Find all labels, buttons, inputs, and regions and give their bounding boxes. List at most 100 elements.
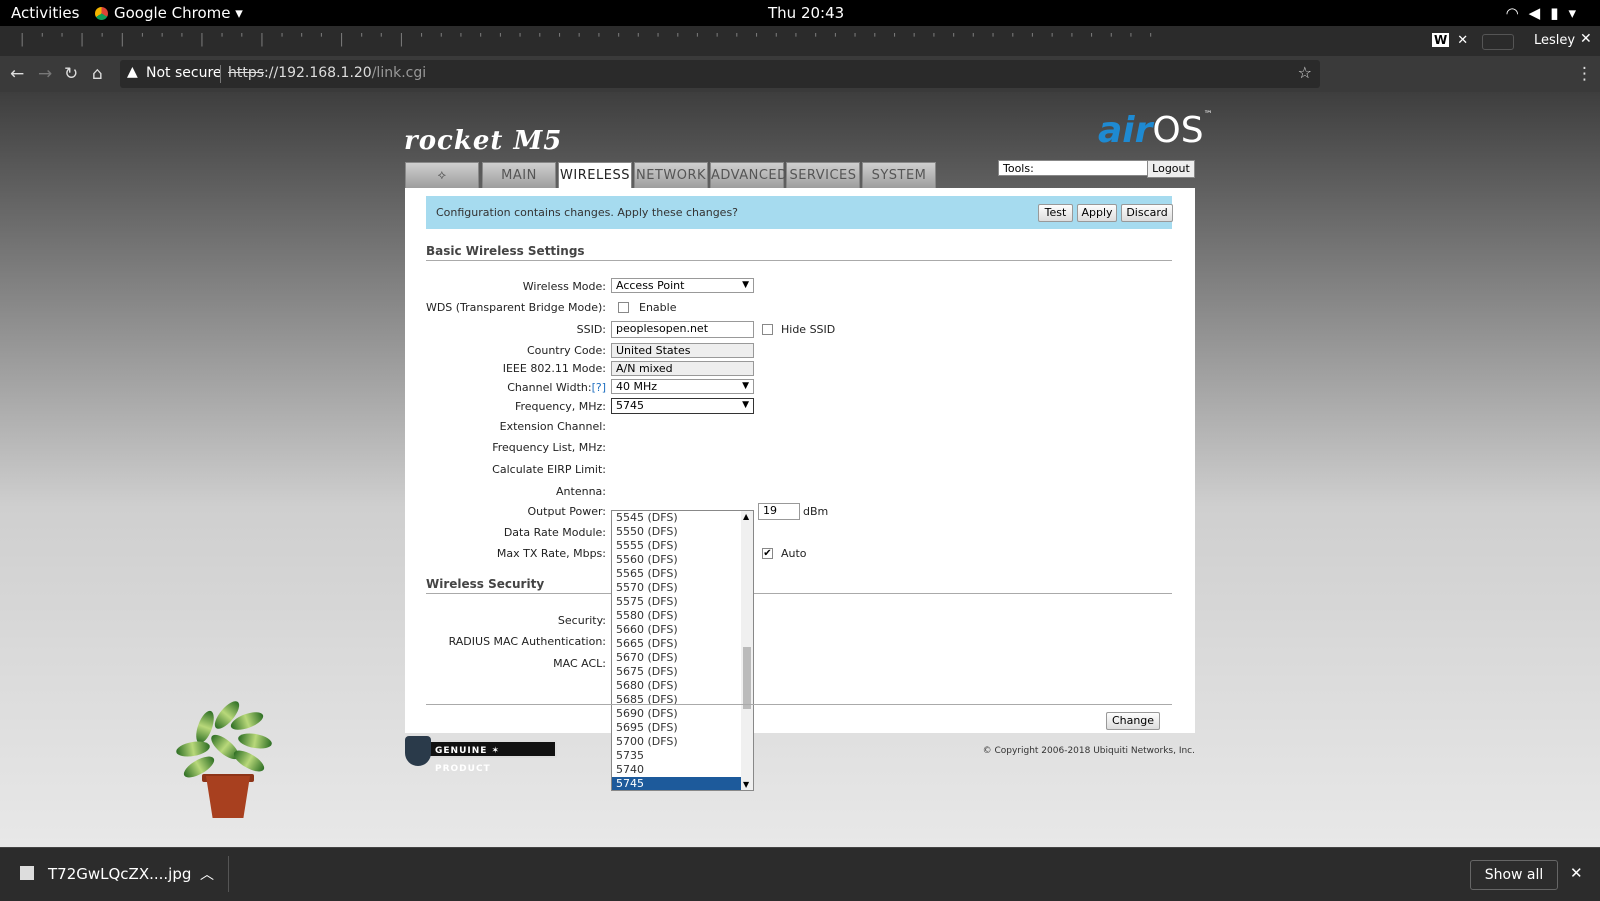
download-item[interactable]: T72GwLQcZX....jpg [48,865,191,883]
country-code-label: Country Code: [526,344,606,357]
home-icon[interactable]: ⌂ [92,64,103,84]
app-menu[interactable]: Google Chrome ▾ [95,4,243,22]
radius-mac-label: RADIUS MAC Authentication: [448,635,606,648]
warning-icon: ▲ [127,64,138,80]
show-all-button[interactable]: Show all [1470,860,1558,890]
tab-system[interactable]: SYSTEM [862,162,936,188]
genuine-text: GENUINE [435,746,488,756]
frequency-option[interactable]: 5735 [612,749,753,763]
wds-enable-label: Enable [639,301,677,314]
tools-select[interactable]: Tools:▼ [998,160,1170,176]
wds-enable-checkbox[interactable] [618,302,629,313]
output-power-label: Output Power: [527,505,606,518]
menu-kebab-icon[interactable]: ⋮ [1576,64,1593,84]
back-icon[interactable]: ← [10,64,24,84]
tab-advanced[interactable]: ADVANCED [710,162,787,188]
browser-tab-strip: | ' ' | ' | ' ' ' | ' ' | ' ' ' | ' ' | … [0,26,1600,56]
profile-name[interactable]: Lesley [1534,33,1575,48]
frequency-option-selected[interactable]: 5745 [612,777,741,790]
wireless-mode-select[interactable]: Access Point ▼ [611,278,754,293]
tab-services[interactable]: SERVICES [786,162,860,188]
close-icon[interactable]: ✕ [1570,864,1583,882]
output-power-unit: dBm [803,505,829,518]
output-power-input[interactable]: 19 [758,503,800,520]
frequency-option[interactable]: 5740 [612,763,753,777]
scrollbar-thumb[interactable] [743,647,751,709]
collapsed-tabs[interactable]: | ' ' | ' | ' ' ' | ' ' | ' ' ' | ' ' | … [20,32,1158,47]
new-tab-button[interactable] [1482,34,1514,50]
lock-shield-icon [405,736,431,766]
frequency-option[interactable]: 5660 (DFS) [612,623,753,637]
frequency-option[interactable]: 5545 (DFS) [612,511,753,525]
extension-channel-label: Extension Channel: [499,420,606,433]
system-tray[interactable]: ◠◀▮▾ [1506,4,1586,22]
tab-network[interactable]: NETWORK [634,162,708,188]
clock[interactable]: Thu 20:43 [768,4,844,22]
channel-width-help-link[interactable]: [?] [592,381,606,394]
downloads-bar: T72GwLQcZX....jpg ︿ Show all ✕ [0,847,1600,901]
tab-wireless[interactable]: WIRELESS [558,162,632,190]
frequency-option[interactable]: 5695 (DFS) [612,721,753,735]
frequency-option[interactable]: 5565 (DFS) [612,567,753,581]
chevron-up-icon[interactable]: ︿ [200,864,214,884]
dropdown-scrollbar[interactable]: ▲ ▼ [741,511,753,790]
footer-divider [426,704,1172,705]
tab-favicon: W [1432,33,1450,47]
frequency-option[interactable]: 5550 (DFS) [612,525,753,539]
ssid-input[interactable]: peoplesopen.net [611,321,754,338]
forward-icon[interactable]: → [38,64,52,84]
frequency-option[interactable]: 5580 (DFS) [612,609,753,623]
frequency-option[interactable]: 5680 (DFS) [612,679,753,693]
ieee-mode-field: A/N mixed [611,361,754,376]
max-tx-auto-checkbox[interactable]: ✔ [762,548,773,559]
tab-ubnt-logo[interactable]: ⟡ [405,162,479,188]
omnibox[interactable]: ▲ Not secure https://192.168.1.20/link.c… [120,60,1320,88]
scroll-up-icon[interactable]: ▲ [743,512,749,521]
logo-os: OS [1152,110,1204,151]
volume-icon: ◀ [1528,4,1551,22]
pending-changes-banner: Configuration contains changes. Apply th… [426,196,1173,229]
tab-main[interactable]: MAIN [482,162,556,188]
wireless-mode-value: Access Point [616,279,685,292]
frequency-option[interactable]: 5675 (DFS) [612,665,753,679]
scroll-down-icon[interactable]: ▼ [743,780,749,789]
logout-button[interactable]: Logout [1147,160,1195,178]
hide-ssid-checkbox[interactable] [762,324,773,335]
url-protocol: https [228,65,265,81]
channel-width-select[interactable]: 40 MHz ▼ [611,379,754,394]
frequency-select[interactable]: 5745 ▼ [611,398,754,414]
url-text[interactable]: https://192.168.1.20/link.cgi [228,65,426,81]
frequency-option[interactable]: 5690 (DFS) [612,707,753,721]
frequency-option[interactable]: 5670 (DFS) [612,651,753,665]
discard-button[interactable]: Discard [1121,204,1173,222]
tab-close-icon[interactable]: ✕ [1457,33,1468,48]
frequency-dropdown-list[interactable]: 5545 (DFS) 5550 (DFS) 5555 (DFS) 5560 (D… [611,510,754,791]
wireless-security-heading: Wireless Security [426,577,1172,594]
basic-settings-heading: Basic Wireless Settings [426,244,1172,261]
page-content: rocket M5 airOS™ ⟡ MAIN WIRELESS NETWORK… [0,92,1600,847]
window-close-icon[interactable]: ✕ [1580,31,1592,47]
chevron-down-icon: ▾ [1568,4,1586,22]
active-tab[interactable]: W ✕ [1432,33,1468,48]
frequency-option[interactable]: 5560 (DFS) [612,553,753,567]
apply-button[interactable]: Apply [1077,204,1117,222]
battery-icon: ▮ [1550,4,1569,22]
chevron-down-icon: ▼ [742,381,749,391]
channel-width-label: Channel Width:[?] [306,381,606,394]
activities-button[interactable]: Activities [11,4,79,22]
url-host: ://192.168.1.20 [264,65,372,81]
change-button[interactable]: Change [1106,712,1160,730]
reload-icon[interactable]: ↻ [64,64,78,84]
bookmark-star-icon[interactable]: ☆ [1298,63,1312,82]
frequency-option[interactable]: 5665 (DFS) [612,637,753,651]
security-label: Security: [557,614,606,627]
frequency-option[interactable]: 5700 (DFS) [612,735,753,749]
channel-width-label-text: Channel Width: [507,381,592,394]
frequency-option[interactable]: 5555 (DFS) [612,539,753,553]
frequency-option[interactable]: 5575 (DFS) [612,595,753,609]
genuine-product-badge: GENUINE ✶ PRODUCT [405,736,561,774]
frequency-option[interactable]: 5570 (DFS) [612,581,753,595]
security-indicator[interactable]: Not secure [146,65,222,81]
copyright-text: © Copyright 2006-2018 Ubiquiti Networks,… [982,746,1195,756]
test-button[interactable]: Test [1038,204,1073,222]
